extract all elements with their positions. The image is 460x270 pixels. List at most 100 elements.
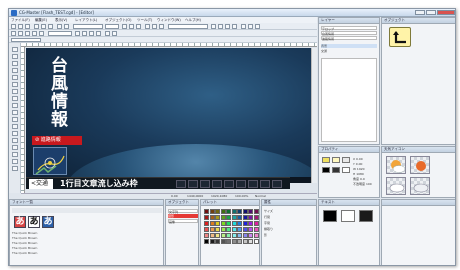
font-sample-row[interactable]: The Quick Brown	[12, 251, 37, 255]
layer-row[interactable]: 進路情報	[321, 36, 377, 41]
palette-swatch[interactable]	[226, 221, 231, 226]
fill-color-swatch[interactable]	[342, 157, 350, 163]
palette-swatch[interactable]	[226, 227, 231, 232]
palette-swatch[interactable]	[204, 239, 209, 244]
open-file-icon[interactable]	[18, 24, 23, 29]
group-icon[interactable]	[89, 31, 94, 36]
cloud-icon[interactable]	[410, 177, 430, 195]
ellipse-icon[interactable]	[12, 96, 18, 101]
palette-swatch[interactable]	[253, 221, 259, 226]
palette-swatch[interactable]	[220, 233, 226, 238]
palette-swatch[interactable]	[226, 215, 231, 220]
return-arrow-icon[interactable]	[389, 27, 411, 47]
font-tile[interactable]: あ	[28, 216, 40, 228]
property-row[interactable]: Y 0.00	[353, 162, 362, 166]
palette-swatch[interactable]	[209, 239, 215, 244]
palette-swatch[interactable]	[253, 239, 259, 244]
ungroup-icon[interactable]	[96, 31, 101, 36]
vertical-text-icon[interactable]	[12, 75, 18, 80]
palette-swatch[interactable]	[209, 215, 215, 220]
palette-swatch[interactable]	[204, 233, 209, 238]
menu-layout[interactable]: レイアウト(L)	[75, 18, 97, 22]
menu-view[interactable]: 表示(V)	[55, 18, 67, 22]
line-icon[interactable]	[12, 110, 18, 115]
menu-tools[interactable]: ツール(T)	[137, 18, 152, 22]
font-sample-row[interactable]: The Quick Brown	[12, 241, 37, 245]
redo-icon[interactable]	[64, 24, 69, 29]
layer-row[interactable]: 交通	[321, 49, 377, 53]
close-button[interactable]	[437, 10, 455, 15]
text-icon[interactable]	[12, 68, 18, 73]
typhoon-map-thumbnail[interactable]	[33, 147, 67, 175]
property-row[interactable]: X 0.00	[353, 157, 363, 161]
fill-color-swatch[interactable]	[332, 157, 340, 163]
palette-swatch[interactable]	[215, 215, 220, 220]
arrow-tool-icon[interactable]	[12, 47, 18, 52]
font-tile[interactable]: あ	[14, 216, 26, 228]
attribute-row[interactable]: 影	[264, 233, 267, 237]
font-select[interactable]	[73, 24, 103, 29]
menu-object[interactable]: オブジェクト(O)	[105, 18, 132, 22]
palette-swatch[interactable]	[215, 227, 220, 232]
palette-swatch[interactable]	[237, 209, 242, 214]
palette-swatch[interactable]	[231, 239, 237, 244]
property-row[interactable]: H 1080	[353, 172, 364, 176]
palette-swatch[interactable]	[226, 209, 231, 214]
stroke-color-swatch[interactable]	[332, 167, 340, 173]
palette-swatch[interactable]	[220, 215, 226, 220]
palette-swatch[interactable]	[242, 227, 248, 232]
palette-swatch[interactable]	[242, 209, 248, 214]
fill-color-swatch[interactable]	[322, 157, 330, 163]
object-row[interactable]: 画像	[168, 219, 198, 224]
ellipse-tool-icon[interactable]	[32, 31, 37, 36]
lock-icon[interactable]	[105, 31, 110, 36]
palette-swatch[interactable]	[231, 233, 237, 238]
mask-icon[interactable]	[12, 159, 18, 164]
palette-swatch[interactable]	[204, 215, 209, 220]
palette-swatch[interactable]	[215, 221, 220, 226]
palette-swatch[interactable]	[253, 209, 259, 214]
rectangle-icon[interactable]	[12, 82, 18, 87]
traffic-label[interactable]: <交通	[29, 179, 53, 189]
layer-list-area[interactable]	[321, 58, 377, 142]
palette-swatch[interactable]	[231, 227, 237, 232]
palette-swatch[interactable]	[237, 239, 242, 244]
menu-help[interactable]: ヘルプ(H)	[185, 18, 201, 22]
size-select[interactable]	[105, 24, 119, 29]
layer-row[interactable]: 台風情報	[321, 31, 377, 36]
object-row[interactable]: 文字列	[168, 209, 198, 214]
palette-swatch[interactable]	[242, 215, 248, 220]
preview-icon[interactable]	[241, 24, 246, 29]
palette-swatch[interactable]	[220, 209, 226, 214]
menu-edit[interactable]: 編集(E)	[35, 18, 47, 22]
layer-select[interactable]	[48, 31, 72, 36]
palette-swatch[interactable]	[220, 221, 226, 226]
menu-window[interactable]: ウィンドウ(W)	[157, 18, 181, 22]
select-tool-icon[interactable]	[11, 31, 16, 36]
palette-swatch[interactable]	[237, 221, 242, 226]
palette-swatch[interactable]	[248, 215, 253, 220]
bring-front-icon[interactable]	[75, 31, 80, 36]
layer-row[interactable]: テロップ	[321, 26, 377, 31]
underline-icon[interactable]	[136, 24, 141, 29]
attribute-row[interactable]: 縁取り	[264, 227, 273, 231]
palette-swatch[interactable]	[231, 221, 237, 226]
palette-swatch[interactable]	[209, 221, 215, 226]
palette-swatch[interactable]	[253, 215, 259, 220]
style-swatch[interactable]	[341, 210, 355, 222]
menu-file[interactable]: ファイル(F)	[11, 18, 30, 22]
rounded-rect-icon[interactable]	[12, 89, 18, 94]
palette-swatch[interactable]	[209, 209, 215, 214]
route-info-badge[interactable]: ⊘ 進路情報	[32, 136, 82, 145]
style-select[interactable]	[168, 24, 208, 29]
eyedropper-icon[interactable]	[12, 166, 18, 171]
palette-swatch[interactable]	[253, 233, 259, 238]
palette-swatch[interactable]	[226, 239, 231, 244]
undo-icon[interactable]	[57, 24, 62, 29]
palette-swatch[interactable]	[242, 221, 248, 226]
align-right-icon[interactable]	[159, 24, 164, 29]
zoom-out-icon[interactable]	[218, 24, 223, 29]
play-icon[interactable]	[248, 24, 253, 29]
property-row[interactable]: 角度 0.0	[353, 177, 365, 181]
table-icon[interactable]	[12, 138, 18, 143]
